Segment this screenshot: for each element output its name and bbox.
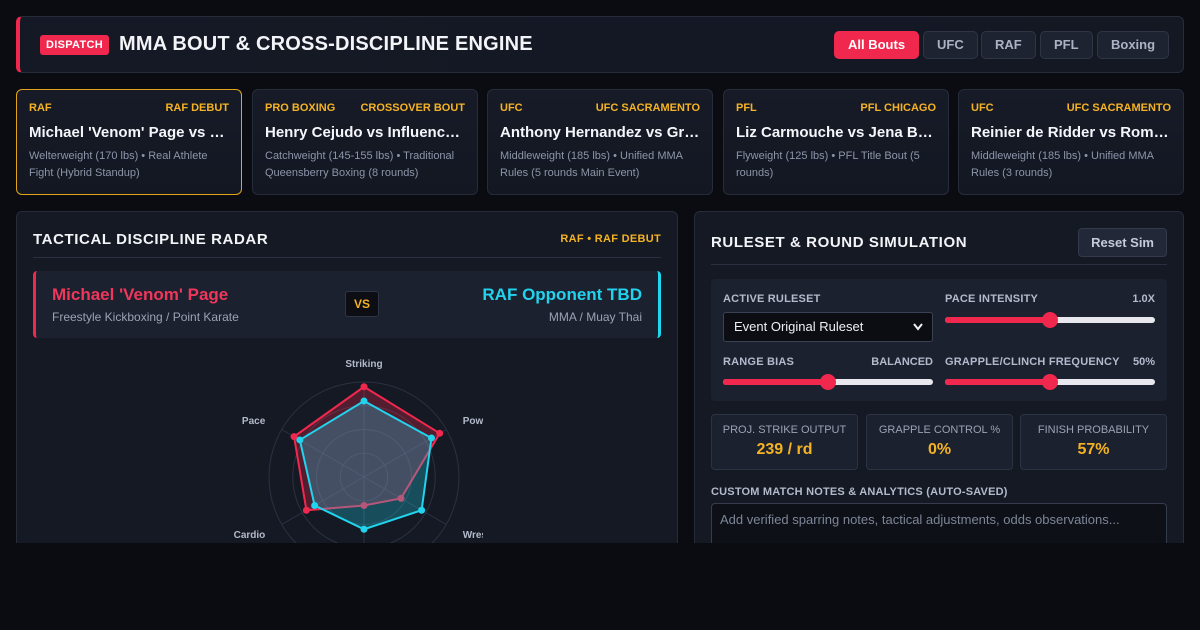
red-fighter-point: [436, 429, 444, 437]
radar-axis-label: Wrestling: [463, 530, 483, 541]
blue-fighter-name: RAF Opponent TBD: [482, 285, 642, 304]
bout-org: PRO BOXING: [265, 102, 336, 114]
slider-thumb[interactable]: [820, 374, 836, 390]
blue-fighter-point: [427, 434, 435, 442]
red-fighter-name: Michael 'Venom' Page: [52, 285, 229, 304]
app-title: MMA BOUT & CROSS-DISCIPLINE ENGINE: [119, 33, 533, 55]
range-label: RANGE BIAS: [723, 356, 795, 368]
stat-value: 0%: [927, 441, 952, 458]
bout-desc: Middleweight (185 lbs) • Unified MMA Rul…: [971, 150, 1154, 179]
bout-event: UFC SACRAMENTO: [595, 102, 700, 114]
matchup-banner: Michael 'Venom' Page Freestyle Kickboxin…: [33, 271, 661, 338]
bout-title: Michael 'Venom' Page vs RAF Opponent TBD: [29, 124, 229, 141]
pace-label: PACE INTENSITY: [945, 293, 1039, 305]
red-fighter-style: Freestyle Kickboxing / Point Karate: [52, 310, 239, 324]
finish-probability-stat: FINISH PROBABILITY 57%: [1020, 414, 1167, 470]
blue-fighter-point: [296, 436, 304, 444]
filter-raf-button[interactable]: RAF: [981, 31, 1036, 59]
radar-subtitle: RAF • RAF DEBUT: [560, 233, 661, 245]
strike-output-stat: PROJ. STRIKE OUTPUT 239 / rd: [711, 414, 858, 470]
blue-fighter-point: [418, 506, 426, 514]
bout-card[interactable]: PFL PFL CHICAGO Liz Carmouche vs Jena Bis…: [723, 89, 949, 195]
stat-value: 57%: [1077, 441, 1110, 458]
bout-card[interactable]: RAF RAF DEBUT Michael 'Venom' Page vs RAF…: [16, 89, 242, 195]
blue-fighter-point: [311, 502, 319, 509]
bout-desc: Welterweight (170 lbs) • Real Athlete Fi…: [29, 150, 208, 179]
notes-label: CUSTOM MATCH NOTES & ANALYTICS (AUTO-SAV…: [711, 486, 1008, 498]
bout-title: Anthony Hernandez vs Gregory Rodrigues: [500, 124, 700, 141]
sim-title: RULESET & ROUND SIMULATION: [711, 234, 968, 251]
filter-ufc-button[interactable]: UFC: [923, 31, 978, 59]
grapple-value: 50%: [1132, 356, 1155, 368]
ruleset-value: Event Original Ruleset: [734, 319, 864, 334]
slider-thumb[interactable]: [1042, 312, 1058, 328]
bout-card[interactable]: UFC UFC SACRAMENTO Anthony Hernandez vs G…: [487, 89, 713, 195]
blue-fighter-style: MMA / Muay Thai: [548, 310, 642, 324]
radar-chart: StrikingPowerWrestlingGrapplingCardioPac…: [234, 359, 483, 543]
range-value: BALANCED: [871, 356, 933, 368]
app-viewport: DISPATCH MMA BOUT & CROSS-DISCIPLINE ENG…: [0, 0, 1200, 543]
simulation-panel: RULESET & ROUND SIMULATION Reset Sim ACT…: [694, 211, 1184, 543]
sim-controls: ACTIVE RULESET Event Original Ruleset PA…: [711, 279, 1167, 401]
radar-panel: TACTICAL DISCIPLINE RADAR RAF • RAF DEBU…: [16, 211, 678, 543]
radar-axis-label: Pace: [242, 416, 266, 427]
bout-event: CROSSOVER BOUT: [360, 102, 465, 114]
vs-badge: VS: [345, 291, 379, 317]
filter-pfl-button[interactable]: PFL: [1040, 31, 1093, 59]
grapple-slider[interactable]: [945, 374, 1155, 390]
slider-thumb[interactable]: [1042, 374, 1058, 390]
filter-boxing-button[interactable]: Boxing: [1097, 31, 1170, 59]
sim-divider: [711, 264, 1167, 265]
bout-card[interactable]: UFC UFC SACRAMENTO Reinier de Ridder vs R…: [958, 89, 1184, 195]
radar-axis-label: Cardio: [234, 530, 266, 541]
radar-axis-label: Power: [463, 416, 483, 427]
chevron-down-icon: [913, 323, 923, 331]
bout-org: PFL: [736, 102, 757, 114]
radar-title: TACTICAL DISCIPLINE RADAR: [33, 231, 269, 248]
ruleset-select[interactable]: Event Original Ruleset: [723, 312, 933, 342]
red-fighter-point: [360, 383, 368, 391]
red-fighter-point: [302, 506, 310, 514]
pace-slider[interactable]: [945, 312, 1155, 328]
ruleset-label: ACTIVE RULESET: [723, 293, 821, 305]
stat-label: GRAPPLE CONTROL %: [878, 424, 1001, 436]
bout-org: UFC: [971, 102, 994, 114]
match-notes-textarea[interactable]: Add verified sparring notes, tactical ad…: [711, 503, 1167, 543]
bout-desc: Middleweight (185 lbs) • Unified MMA Rul…: [500, 150, 683, 179]
pace-value: 1.0X: [1132, 293, 1155, 305]
range-slider[interactable]: [723, 374, 933, 390]
blue-fighter-point: [360, 397, 368, 405]
grapple-label: GRAPPLE/CLINCH FREQUENCY: [945, 356, 1120, 368]
reset-sim-button[interactable]: Reset Sim: [1078, 228, 1167, 257]
stat-label: FINISH PROBABILITY: [1037, 424, 1150, 436]
stat-label: PROJ. STRIKE OUTPUT: [722, 424, 847, 436]
bout-org: UFC: [500, 102, 523, 114]
bout-title: Liz Carmouche vs Jena Bishop: [736, 124, 936, 141]
bout-event: RAF DEBUT: [165, 102, 229, 114]
bout-org: RAF: [29, 102, 52, 114]
radar-axis-label: Striking: [345, 359, 382, 370]
radar-divider: [33, 257, 661, 258]
bout-title: Reinier de Ridder vs Roman Dolidze: [971, 124, 1171, 141]
bout-title: Henry Cejudo vs Influencer Opponent: [265, 124, 465, 141]
stat-value: 239 / rd: [756, 441, 813, 458]
bout-event: PFL CHICAGO: [860, 102, 936, 114]
bout-desc: Flyweight (125 lbs) • PFL Title Bout (5 …: [736, 150, 920, 179]
bout-card[interactable]: PRO BOXING CROSSOVER BOUT Henry Cejudo vs…: [252, 89, 478, 195]
dispatch-badge: DISPATCH: [40, 35, 109, 55]
grapple-control-stat: GRAPPLE CONTROL % 0%: [866, 414, 1013, 470]
app-header: DISPATCH MMA BOUT & CROSS-DISCIPLINE ENG…: [16, 16, 1184, 73]
blue-fighter-point: [360, 525, 368, 533]
bout-desc: Catchweight (145-155 lbs) • Traditional …: [265, 150, 455, 179]
filter-all-bouts-button[interactable]: All Bouts: [834, 31, 920, 59]
bout-event: UFC SACRAMENTO: [1066, 102, 1171, 114]
